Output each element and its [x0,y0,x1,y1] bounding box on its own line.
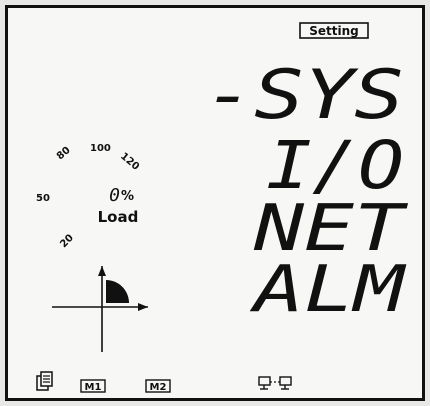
arrow-right-icon [138,303,148,311]
m2-indicator: M2 [145,379,171,393]
arrow-up-icon [98,266,106,276]
gauge-tick-label: 50 [36,193,50,204]
gauge-tick-label: 80 [55,145,73,162]
menu-list: -SYS I/O NET ALM [204,56,409,327]
menu-item-sys[interactable]: -SYS [204,56,404,135]
network-link-icon [258,376,292,390]
m1-indicator: M1 [80,379,106,393]
gauge-tick-label: 100 [90,143,111,154]
gauge-tick-label: 20 [58,232,76,250]
quadrant-fill-icon [106,280,129,303]
quadrant-indicator [52,266,148,352]
m2-label: M2 [150,382,167,393]
status-bar: M1 M2 [36,371,292,393]
gauge-tick-label: 120 [118,151,141,173]
load-unit: % [121,189,134,204]
menu-item-alm[interactable]: ALM [249,253,407,327]
setting-tag-label: Setting [309,24,359,38]
load-label: Load [98,208,139,226]
meter-list-icon [36,371,53,391]
load-gauge: 20 50 80 100 120 0 % Load [36,143,141,250]
m1-label: M1 [85,382,102,393]
lcd-display: Setting -SYS I/O NET ALM 20 50 80 100 12… [5,5,425,401]
setting-tag: Setting [299,22,369,39]
load-value: 0 [109,185,120,206]
